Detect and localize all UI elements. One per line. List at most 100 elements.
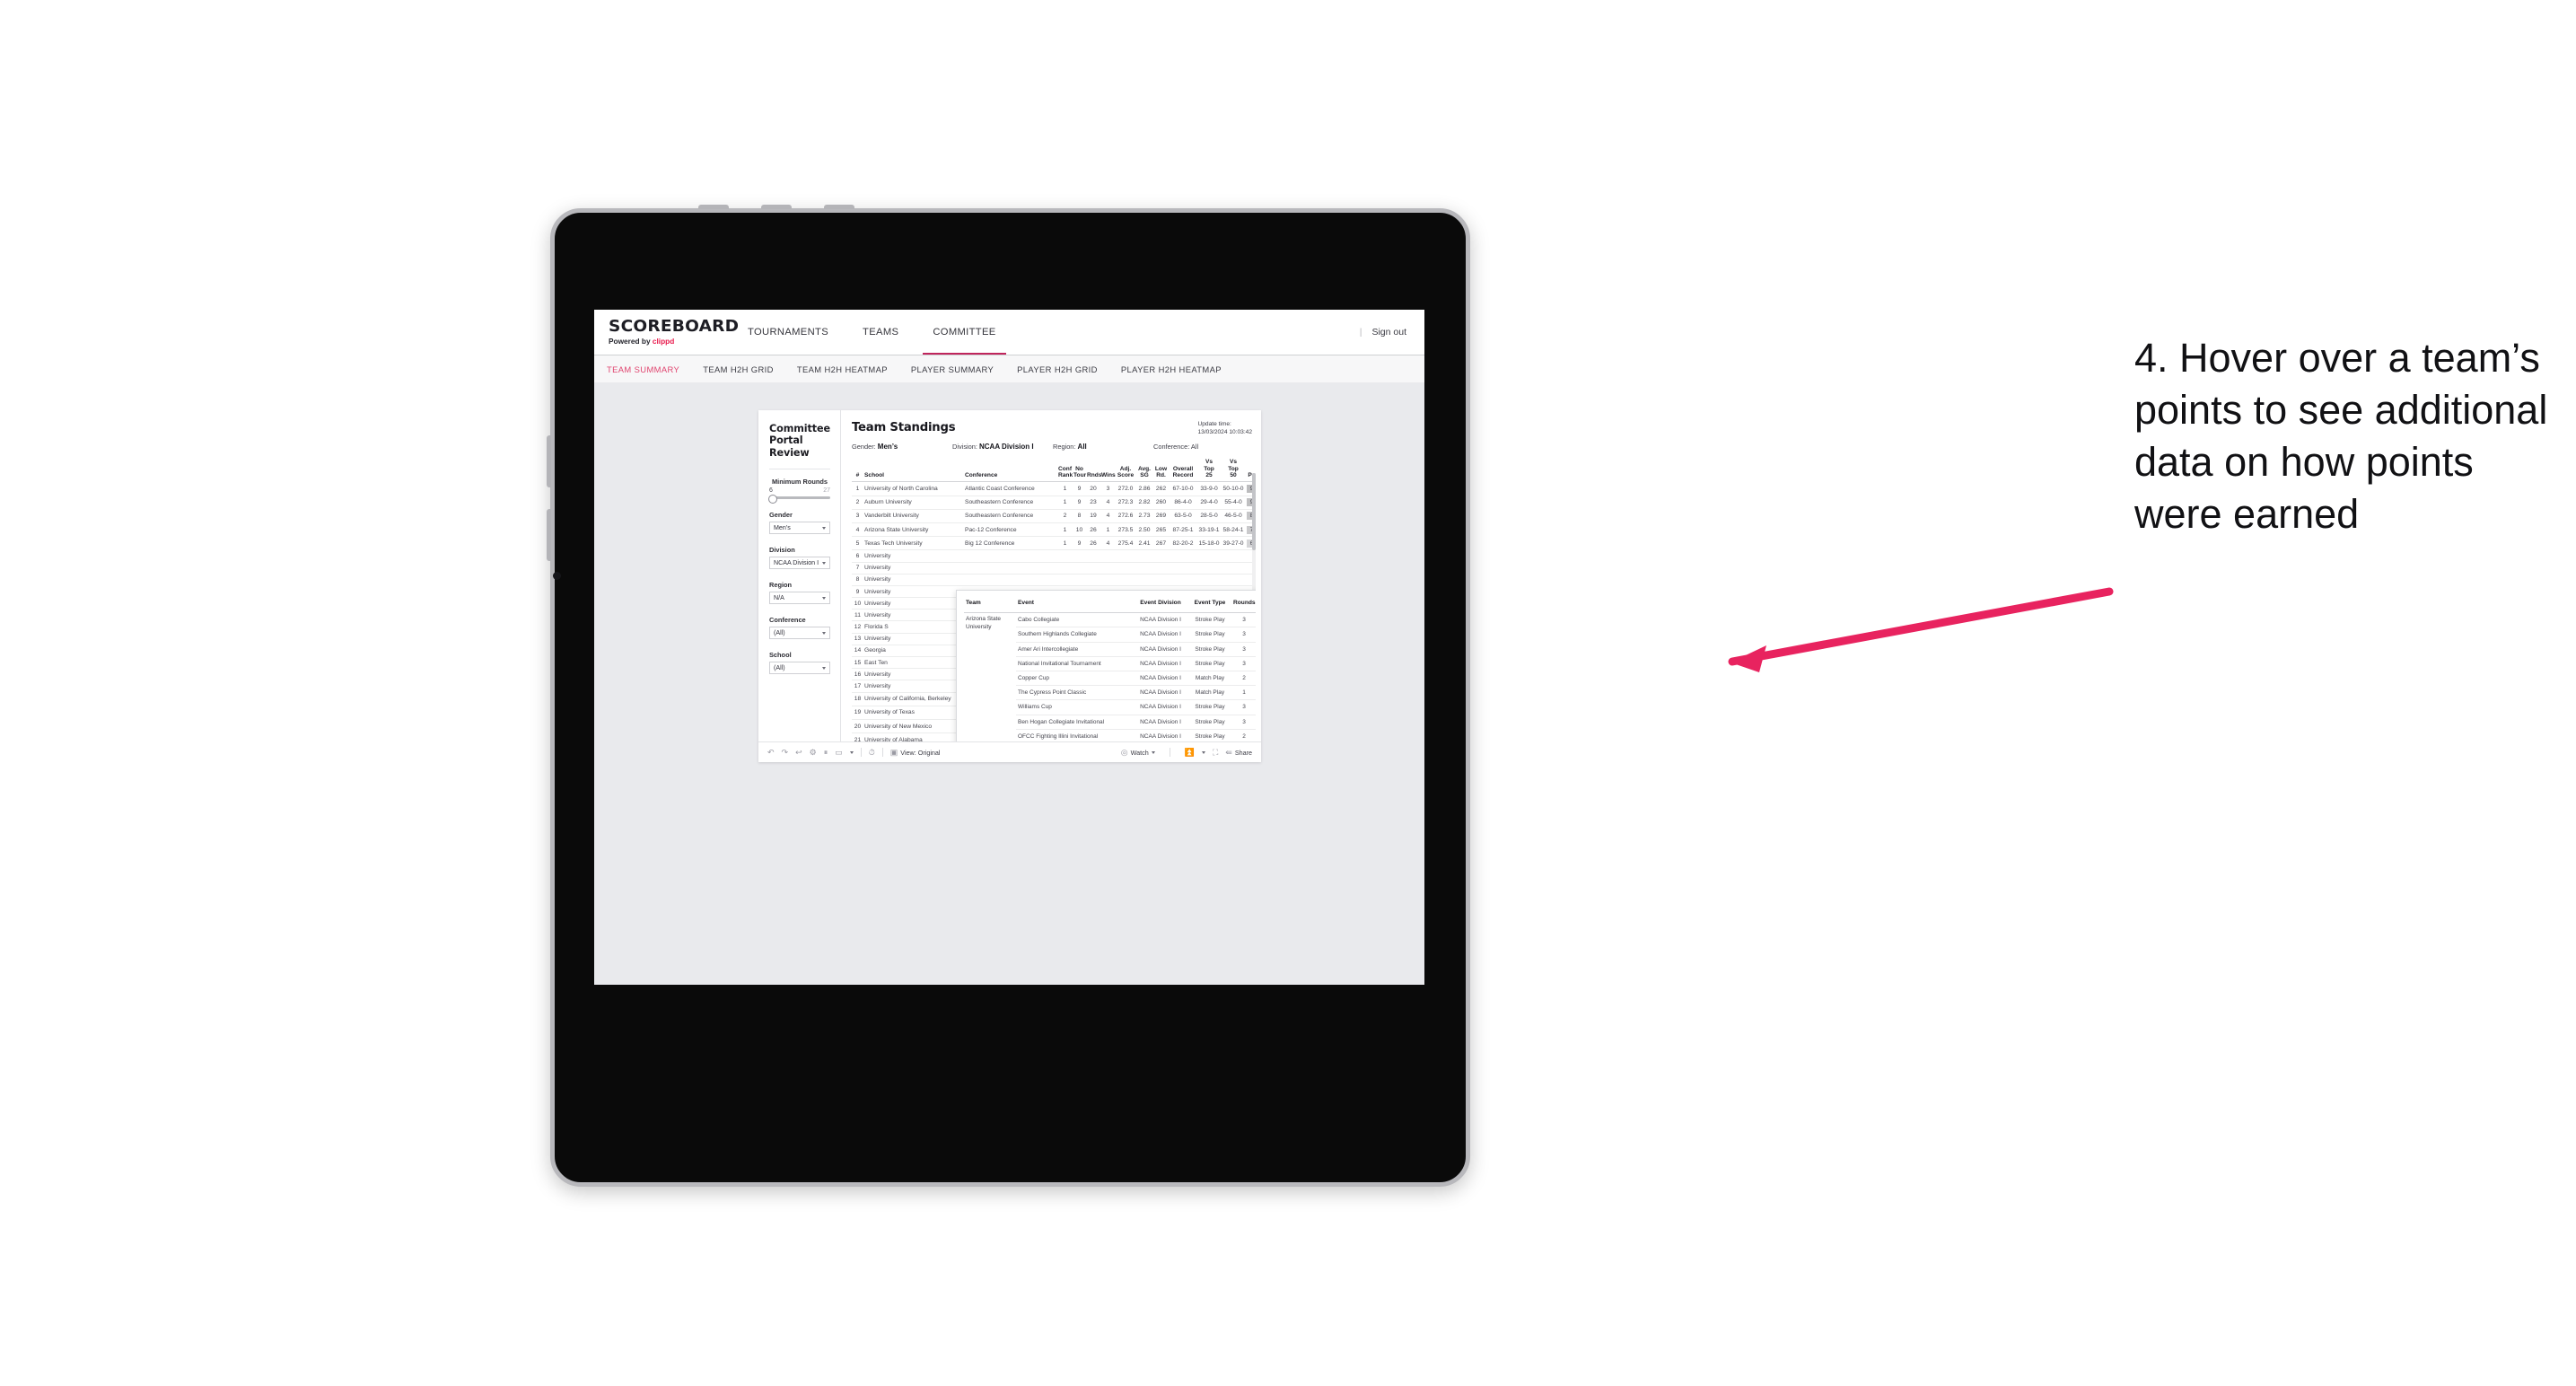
logo-wordmark: SCOREBOARD xyxy=(609,317,740,336)
tab-team-summary[interactable]: TEAM SUMMARY xyxy=(607,364,679,374)
gender-label: Gender xyxy=(769,511,793,520)
col-rank[interactable]: # xyxy=(852,459,863,483)
chevron-down-icon xyxy=(822,631,826,635)
col-school[interactable]: School xyxy=(863,459,964,483)
undo-icon[interactable]: ↶ xyxy=(767,748,775,757)
tab-team-h2h-grid[interactable]: TEAM H2H GRID xyxy=(703,364,774,374)
filter-school: School (All) xyxy=(769,651,830,675)
scrollbar-thumb[interactable] xyxy=(1252,473,1256,551)
slider-max-value: 27 xyxy=(823,487,830,495)
col-rnds[interactable]: Rnds xyxy=(1086,459,1101,483)
cell-overall-record xyxy=(1169,574,1197,586)
toolbar-right-group: ◎ Watch ⏫ ⛶ ⇚ Share xyxy=(1121,748,1252,757)
cell-no-tour xyxy=(1073,574,1086,586)
download-icon[interactable]: ⏫ xyxy=(1185,748,1195,757)
standings-table-wrap: # School Conference Conf Rank No Tour Rnds Wins A… xyxy=(852,459,1256,741)
table-row[interactable]: 6 University xyxy=(852,549,1256,563)
pause-updates-icon[interactable]: ⏸ xyxy=(824,748,828,757)
table-row[interactable]: 3 Vanderbilt University Southeastern Confe… xyxy=(852,509,1256,523)
col-low-rd[interactable]: Low Rd. xyxy=(1153,459,1169,483)
tab-player-h2h-heatmap[interactable]: PLAYER H2H HEATMAP xyxy=(1121,364,1222,374)
meta-division-value: NCAA Division I xyxy=(979,443,1034,452)
refresh-data-icon[interactable]: ⚙ xyxy=(810,748,817,757)
redo-icon[interactable]: ↷ xyxy=(782,748,789,757)
cell-adj-score xyxy=(1116,549,1135,563)
revert-icon[interactable]: ↩ xyxy=(795,748,802,757)
share-button[interactable]: ⇚ Share xyxy=(1225,748,1252,757)
col-conf-rank[interactable]: Conf Rank xyxy=(1057,459,1073,483)
table-row[interactable]: 5 Texas Tech University Big 12 Conference 1… xyxy=(852,536,1256,551)
tab-team-h2h-heatmap[interactable]: TEAM H2H HEATMAP xyxy=(797,364,888,374)
watch-button[interactable]: ◎ Watch xyxy=(1121,748,1155,757)
fullscreen-icon[interactable]: ⛶ xyxy=(1213,748,1218,757)
cell-rank: 15 xyxy=(852,656,863,670)
cell-school: University of Alabama xyxy=(863,732,964,741)
cell-school: Texas Tech University xyxy=(863,536,964,551)
brand-logo[interactable]: SCOREBOARD Powered by clippd xyxy=(594,310,739,355)
cell-adj-score: 272.6 xyxy=(1116,509,1135,523)
table-row[interactable]: 1 University of North Carolina Atlantic Co… xyxy=(852,481,1256,496)
dashboard-canvas: Committee Portal Review Minimum Rounds 6… xyxy=(594,382,1424,985)
table-row[interactable]: 7 University xyxy=(852,562,1256,575)
sign-out-button[interactable]: Sign out xyxy=(1371,327,1406,338)
school-select[interactable]: (All) xyxy=(769,662,830,675)
viz-toolbar: ↶ ↷ ↩ ⚙ ⏸ ▭ ⏱ ▣ View: Original ◎ Watch ⏫… xyxy=(758,741,1261,762)
table-row[interactable]: 2 Auburn University Southeastern Conferenc… xyxy=(852,496,1256,510)
cell-event: Copper Cup xyxy=(1016,671,1133,687)
chevron-down-icon[interactable] xyxy=(1201,750,1205,754)
filter-minimum-rounds: Minimum Rounds 6 27 xyxy=(768,478,830,504)
table-row[interactable]: 8 University xyxy=(852,574,1256,586)
division-select[interactable]: NCAA Division I xyxy=(769,557,830,570)
cell-rank: 19 xyxy=(852,706,863,720)
col-wins[interactable]: Wins xyxy=(1100,459,1116,483)
cell-school: Auburn University xyxy=(863,496,964,510)
cell-school: University of California, Berkeley xyxy=(863,692,964,706)
cell-adj-score xyxy=(1116,574,1135,586)
toolbar-divider-2 xyxy=(881,748,883,757)
col-avg-sg[interactable]: Avg. SG xyxy=(1135,459,1153,483)
nav-item-teams[interactable]: TEAMS xyxy=(846,310,916,355)
gender-select[interactable]: Men’s xyxy=(769,522,830,535)
cell-rank: 9 xyxy=(852,585,863,599)
filter-gender: Gender Men’s xyxy=(769,511,830,535)
slider-handle[interactable] xyxy=(768,494,777,504)
cell-rank: 12 xyxy=(852,620,863,634)
cell-conf-rank: 1 xyxy=(1057,522,1073,538)
view-original-button[interactable]: ▣ View: Original xyxy=(890,748,941,757)
conference-select[interactable]: (All) xyxy=(769,627,830,640)
cell-wins: 4 xyxy=(1100,496,1116,510)
cell-event-type: Stroke Play xyxy=(1188,699,1231,715)
col-adj-score[interactable]: Adj. Score xyxy=(1116,459,1135,483)
cell-team: Arizona State University xyxy=(966,616,1002,630)
cell-event-type: Stroke Play xyxy=(1188,656,1231,671)
cell-conference: Big 12 Conference xyxy=(964,536,1057,551)
cell-event: Amer Ari Intercollegiate xyxy=(1016,642,1133,657)
chevron-down-icon[interactable] xyxy=(849,750,854,754)
device-layout-icon[interactable]: ▭ xyxy=(835,748,843,757)
cell-school: University xyxy=(863,609,964,622)
cell-event-division: NCAA Division I xyxy=(1133,699,1188,715)
col-overall-record[interactable]: Overall Record xyxy=(1169,459,1197,483)
cell-conf-rank: 1 xyxy=(1057,536,1073,551)
tab-player-summary[interactable]: PLAYER SUMMARY xyxy=(911,364,994,374)
nav-item-committee[interactable]: COMMITTEE xyxy=(916,310,1012,355)
cell-rank: 18 xyxy=(852,692,863,706)
region-select[interactable]: N/A xyxy=(769,592,830,605)
filter-region: Region N/A xyxy=(769,581,830,605)
cell-conf-rank xyxy=(1057,549,1073,563)
col-conference[interactable]: Conference xyxy=(964,459,1057,483)
history-icon[interactable]: ⏱ xyxy=(869,748,875,757)
cell-conference: Atlantic Coast Conference xyxy=(964,481,1057,496)
cell-school: Vanderbilt University xyxy=(863,509,964,523)
table-row[interactable]: 4 Arizona State University Pac-12 Conferen… xyxy=(852,522,1256,538)
cell-no-tour: 9 xyxy=(1073,536,1086,551)
cell-rank: 7 xyxy=(852,562,863,575)
tab-player-h2h-grid[interactable]: PLAYER H2H GRID xyxy=(1017,364,1098,374)
col-no-tour[interactable]: No Tour xyxy=(1073,459,1086,483)
col-vs-top-25[interactable]: Vs Top 25 xyxy=(1197,459,1221,483)
col-vs-top-50[interactable]: Vs Top 50 xyxy=(1221,459,1246,483)
region-value: N/A xyxy=(774,594,784,602)
nav-item-tournaments[interactable]: TOURNAMENTS xyxy=(731,310,846,355)
minimum-rounds-slider[interactable] xyxy=(768,494,830,504)
tablet-top-button-1 xyxy=(698,205,729,209)
